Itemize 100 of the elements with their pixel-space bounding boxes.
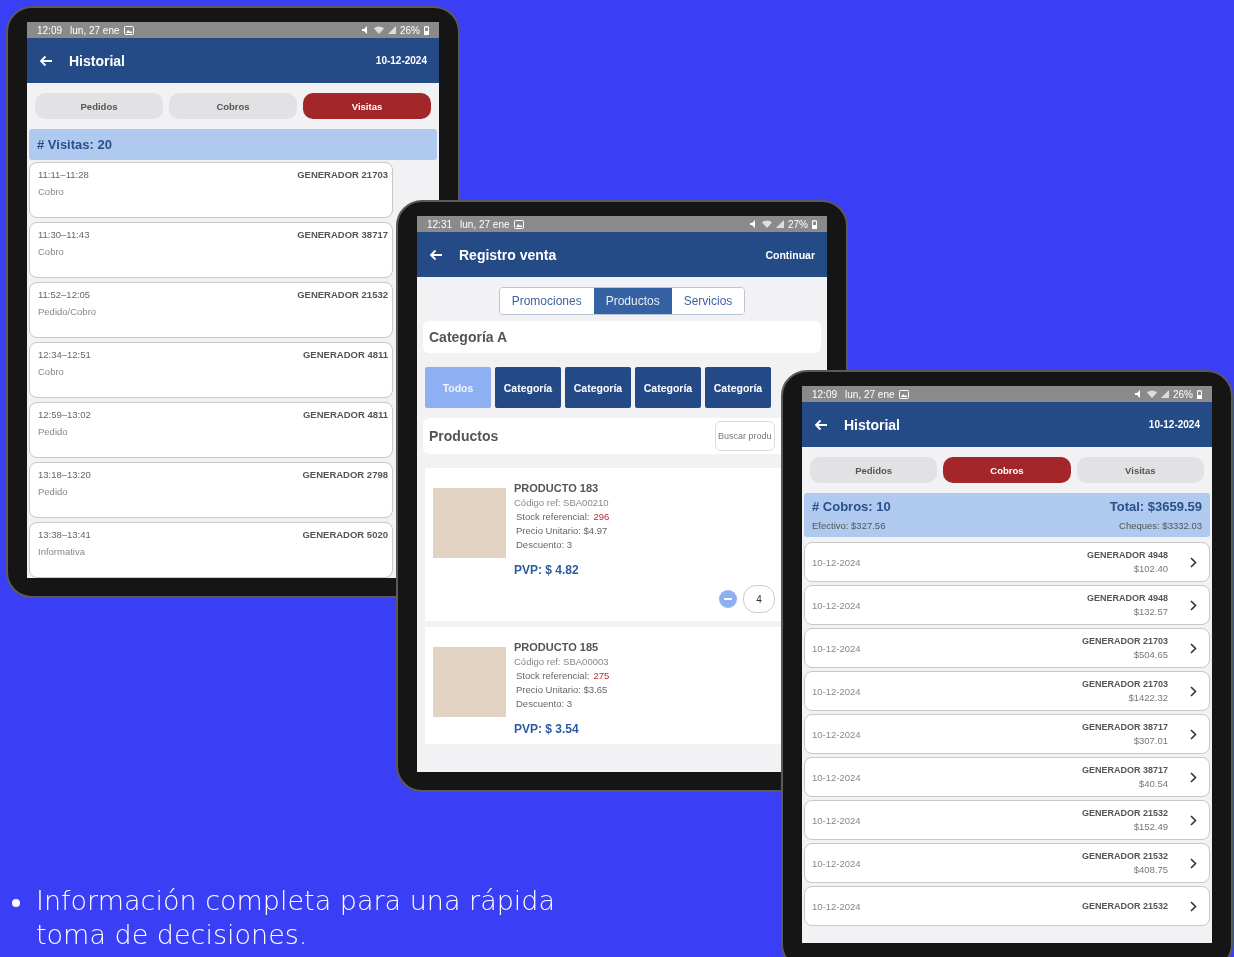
visit-time: 11:11–11:28 bbox=[38, 169, 89, 180]
payment-date: 10-12-2024 bbox=[812, 599, 861, 611]
payment-card[interactable]: 10-12-2024 GENERADOR 38717 $40.54 bbox=[804, 757, 1210, 797]
screen-title: Registro venta bbox=[459, 246, 557, 263]
tab[interactable]: Cobros bbox=[943, 457, 1071, 483]
visit-card[interactable]: 13:38–13:41 GENERADOR 5020 Informativa bbox=[29, 522, 393, 578]
chevron-icon bbox=[1190, 556, 1197, 568]
visit-type: Cobro bbox=[38, 366, 65, 377]
payment-amount: $504.65 bbox=[1133, 649, 1168, 660]
status-time: 12:09 bbox=[812, 388, 838, 400]
product-name: PRODUCTO 183 bbox=[514, 482, 599, 494]
screen-title: Historial bbox=[69, 52, 125, 69]
client-name: GENERADOR 21703 bbox=[1081, 636, 1168, 646]
status-time: 12:31 bbox=[427, 218, 453, 230]
visit-card[interactable]: 11:11–11:28 GENERADOR 21703 Cobro bbox=[29, 162, 393, 218]
payment-card[interactable]: 10-12-2024 GENERADOR 21532 bbox=[804, 886, 1210, 926]
minus-icon bbox=[724, 598, 732, 600]
payment-date: 10-12-2024 bbox=[812, 771, 861, 783]
client-name: GENERADOR 38717 bbox=[297, 229, 388, 240]
payment-date: 10-12-2024 bbox=[812, 642, 861, 654]
check-amount: Cheques: $3332.03 bbox=[1119, 520, 1202, 531]
back-arrow-icon[interactable] bbox=[39, 54, 53, 67]
visit-card[interactable]: 11:52–12:05 GENERADOR 21532 Pedido/Cobro bbox=[29, 282, 393, 338]
signal-icon bbox=[1161, 390, 1169, 398]
category-chip[interactable]: Categoría bbox=[635, 367, 701, 408]
chevron-icon bbox=[1190, 728, 1197, 740]
client-name: GENERADOR 38717 bbox=[1081, 722, 1168, 732]
payment-amount: $132.57 bbox=[1133, 606, 1168, 617]
caption-text: Información completa para una rápida toma de decisiones. bbox=[36, 884, 556, 952]
back-arrow-icon[interactable] bbox=[814, 418, 828, 431]
visit-card[interactable]: 11:30–11:43 GENERADOR 38717 Cobro bbox=[29, 222, 393, 278]
visit-card[interactable]: 12:59–13:02 GENERADOR 4811 Pedido bbox=[29, 402, 393, 458]
stock-value: 296 bbox=[593, 511, 610, 522]
battery-level: 26% bbox=[400, 24, 420, 36]
chevron-icon bbox=[1190, 814, 1197, 826]
client-name: GENERADOR 2798 bbox=[302, 469, 388, 480]
payment-amount: $40.54 bbox=[1138, 778, 1168, 789]
tab[interactable]: Visitas bbox=[303, 93, 431, 119]
status-date: lun, 27 ene bbox=[70, 24, 120, 36]
bullet-icon bbox=[12, 899, 20, 907]
mute-icon bbox=[750, 220, 758, 228]
product-name: PRODUCTO 185 bbox=[514, 641, 599, 653]
segment-tab[interactable]: Productos bbox=[593, 288, 672, 314]
stock-label: Stock referencial: bbox=[516, 670, 590, 681]
visit-type: Cobro bbox=[38, 246, 65, 257]
back-arrow-icon[interactable] bbox=[429, 248, 443, 261]
tab[interactable]: Pedidos bbox=[810, 457, 938, 483]
category-chip[interactable]: Categoría bbox=[495, 367, 561, 408]
visit-count: # Visitas: 20 bbox=[37, 137, 112, 152]
products-title: Productos bbox=[429, 428, 499, 444]
product-code: Código ref: SBA00210 bbox=[514, 497, 609, 508]
status-date: lun, 27 ene bbox=[845, 388, 895, 400]
payment-date: 10-12-2024 bbox=[812, 728, 861, 740]
payment-card[interactable]: 10-12-2024 GENERADOR 21532 $408.75 bbox=[804, 843, 1210, 883]
tab[interactable]: Pedidos bbox=[35, 93, 163, 119]
visit-time: 11:52–12:05 bbox=[38, 289, 91, 300]
visit-type: Pedido/Cobro bbox=[38, 306, 98, 317]
payment-card[interactable]: 10-12-2024 GENERADOR 4948 $102.40 bbox=[804, 542, 1210, 582]
continue-button[interactable]: Continuar bbox=[765, 246, 815, 263]
payment-amount: $152.49 bbox=[1133, 821, 1168, 832]
payment-card[interactable]: 10-12-2024 GENERADOR 21532 $152.49 bbox=[804, 800, 1210, 840]
stock-label: Stock referencial: bbox=[516, 511, 590, 522]
search-field[interactable]: Buscar produ bbox=[715, 421, 775, 451]
payment-date: 10-12-2024 bbox=[812, 814, 861, 826]
visit-time: 13:18–13:20 bbox=[38, 469, 91, 480]
category-chip[interactable]: Categoría bbox=[565, 367, 631, 408]
client-name: GENERADOR 4948 bbox=[1086, 593, 1168, 603]
battery-icon bbox=[424, 25, 429, 35]
visit-card[interactable]: 12:34–12:51 GENERADOR 4811 Cobro bbox=[29, 342, 393, 398]
client-name: GENERADOR 21532 bbox=[297, 289, 388, 300]
visit-card[interactable]: 13:18–13:20 GENERADOR 2798 Pedido bbox=[29, 462, 393, 518]
battery-icon bbox=[812, 219, 817, 229]
payment-card[interactable]: 10-12-2024 GENERADOR 38717 $307.01 bbox=[804, 714, 1210, 754]
mute-icon bbox=[1135, 390, 1143, 398]
cash-amount: Efectivo: $327.56 bbox=[812, 520, 886, 531]
client-name: GENERADOR 4811 bbox=[303, 409, 388, 420]
category-chip[interactable]: Categoría bbox=[705, 367, 771, 408]
client-name: GENERADOR 21703 bbox=[1081, 679, 1168, 689]
payment-card[interactable]: 10-12-2024 GENERADOR 21703 $1422.32 bbox=[804, 671, 1210, 711]
payment-date: 10-12-2024 bbox=[812, 556, 861, 568]
quantity-field[interactable]: 4 bbox=[743, 585, 775, 613]
visit-type: Pedido bbox=[38, 426, 69, 437]
signal-icon bbox=[776, 220, 784, 228]
tab[interactable]: Visitas bbox=[1076, 457, 1204, 483]
payment-card[interactable]: 10-12-2024 GENERADOR 21703 $504.65 bbox=[804, 628, 1210, 668]
payment-amount: $1422.32 bbox=[1128, 692, 1168, 703]
tab[interactable]: Cobros bbox=[169, 93, 297, 119]
payment-card[interactable]: 10-12-2024 GENERADOR 4948 $132.57 bbox=[804, 585, 1210, 625]
payment-date: 10-12-2024 bbox=[812, 900, 861, 912]
battery-level: 27% bbox=[788, 218, 808, 230]
visit-time: 11:30–11:43 bbox=[38, 229, 90, 240]
chevron-icon bbox=[1190, 685, 1197, 697]
visit-type: Pedido bbox=[38, 486, 69, 497]
product-code: Código ref: SBA00003 bbox=[514, 656, 609, 667]
client-name: GENERADOR 21703 bbox=[297, 169, 388, 180]
image-icon bbox=[123, 25, 134, 35]
payment-total: Total: $3659.59 bbox=[1109, 499, 1202, 514]
visit-time: 13:38–13:41 bbox=[38, 529, 91, 540]
chevron-icon bbox=[1190, 771, 1197, 783]
unit-price: Precio Unitario: $4.97 bbox=[516, 525, 608, 536]
